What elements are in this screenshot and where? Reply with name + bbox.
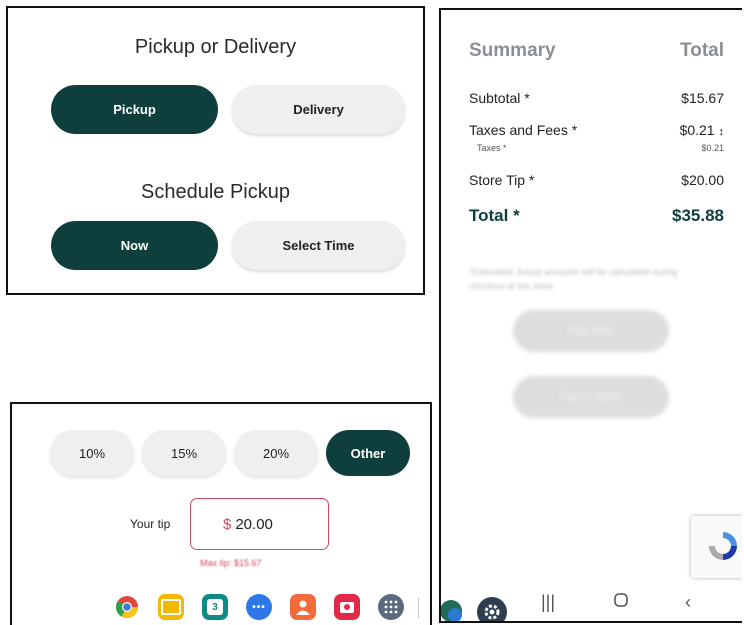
calendar-icon[interactable]: 3 bbox=[202, 594, 228, 620]
max-tip-error: Max tip: $15.67 bbox=[200, 558, 262, 568]
chrome-icon[interactable] bbox=[114, 594, 140, 620]
tip-amount-input[interactable]: $ 20.00 bbox=[190, 498, 329, 550]
messages-dots-icon: ••• bbox=[252, 601, 266, 613]
calendar-day: 3 bbox=[207, 599, 223, 615]
partial-app-icon bbox=[441, 600, 462, 621]
taxes-value: $0.21 bbox=[679, 122, 715, 138]
subtotal-row: Subtotal * $15.67 bbox=[469, 90, 724, 106]
recent-apps-icon[interactable]: ||| bbox=[541, 592, 555, 613]
order-summary-panel: Summary Total Subtotal * $15.67 Taxes an… bbox=[439, 8, 742, 623]
messages-icon[interactable]: ••• bbox=[246, 594, 272, 620]
tip-amount-value: 20.00 bbox=[235, 515, 273, 533]
folder-glyph-icon bbox=[161, 599, 181, 615]
pickup-or-delivery-title: Pickup or Delivery bbox=[134, 36, 297, 58]
taxes-label: Taxes and Fees * bbox=[469, 122, 578, 138]
camera-glyph-icon bbox=[340, 601, 354, 613]
grid-dots-icon bbox=[384, 600, 398, 614]
person-icon bbox=[296, 600, 310, 615]
recaptcha-icon bbox=[709, 532, 737, 560]
order-options-panel: Pickup or Delivery Pickup Delivery Sched… bbox=[6, 6, 425, 295]
tip-20-button[interactable]: 20% bbox=[234, 430, 318, 476]
chrome-logo-icon bbox=[116, 596, 138, 618]
settings-icon[interactable] bbox=[477, 597, 507, 621]
delivery-button[interactable]: Delivery bbox=[232, 85, 405, 134]
store-tip-row: Store Tip * $20.00 bbox=[469, 172, 724, 188]
home-icon[interactable] bbox=[613, 592, 629, 613]
pay-in-store-button[interactable]: Pay in Store bbox=[513, 376, 669, 418]
total-header-label: Total bbox=[680, 40, 724, 61]
taxes-value-group: $0.21 ↕ bbox=[680, 122, 724, 138]
total-value: $35.88 bbox=[672, 206, 724, 225]
camera-icon[interactable] bbox=[334, 594, 360, 620]
taxes-detail-value: $0.21 bbox=[701, 143, 724, 153]
pickup-button[interactable]: Pickup bbox=[51, 85, 218, 134]
back-icon[interactable]: ‹ bbox=[685, 592, 691, 613]
now-button[interactable]: Now bbox=[51, 221, 218, 270]
tip-10-button[interactable]: 10% bbox=[50, 430, 134, 476]
store-tip-label: Store Tip * bbox=[469, 172, 535, 188]
estimate-disclaimer: *Estimated. Actual amounts will be calcu… bbox=[469, 267, 678, 291]
tip-other-button[interactable]: Other bbox=[326, 430, 410, 476]
dock-divider bbox=[418, 598, 419, 618]
total-row: Total * $35.88 bbox=[469, 206, 724, 226]
taxes-detail-row: Taxes * $0.21 bbox=[477, 143, 724, 153]
apps-grid-icon[interactable] bbox=[378, 594, 404, 620]
currency-symbol: $ bbox=[223, 515, 232, 533]
contacts-icon[interactable] bbox=[290, 594, 316, 620]
pay-now-button[interactable]: Pay Now bbox=[513, 310, 669, 352]
home-shape-icon bbox=[614, 593, 628, 607]
select-time-button[interactable]: Select Time bbox=[232, 221, 405, 270]
taxes-row[interactable]: Taxes and Fees * $0.21 ↕ bbox=[469, 122, 724, 138]
gear-glyph-icon bbox=[484, 604, 500, 620]
tip-15-button[interactable]: 15% bbox=[142, 430, 226, 476]
schedule-pickup-title: Schedule Pickup bbox=[141, 181, 290, 203]
subtotal-label: Subtotal * bbox=[469, 90, 530, 106]
folder-icon[interactable] bbox=[158, 594, 184, 620]
total-label: Total * bbox=[469, 206, 520, 225]
expand-toggle-icon[interactable]: ↕ bbox=[719, 126, 725, 138]
your-tip-label: Your tip bbox=[130, 517, 171, 531]
summary-header-label: Summary bbox=[469, 40, 556, 61]
tip-panel: 10% 15% 20% Other Your tip $ 20.00 Max t… bbox=[10, 402, 432, 625]
recaptcha-badge[interactable] bbox=[691, 516, 742, 578]
subtotal-value: $15.67 bbox=[681, 90, 724, 106]
store-tip-value: $20.00 bbox=[681, 172, 724, 188]
taxes-detail-label: Taxes * bbox=[477, 143, 507, 153]
summary-header: Summary Total bbox=[469, 40, 724, 62]
